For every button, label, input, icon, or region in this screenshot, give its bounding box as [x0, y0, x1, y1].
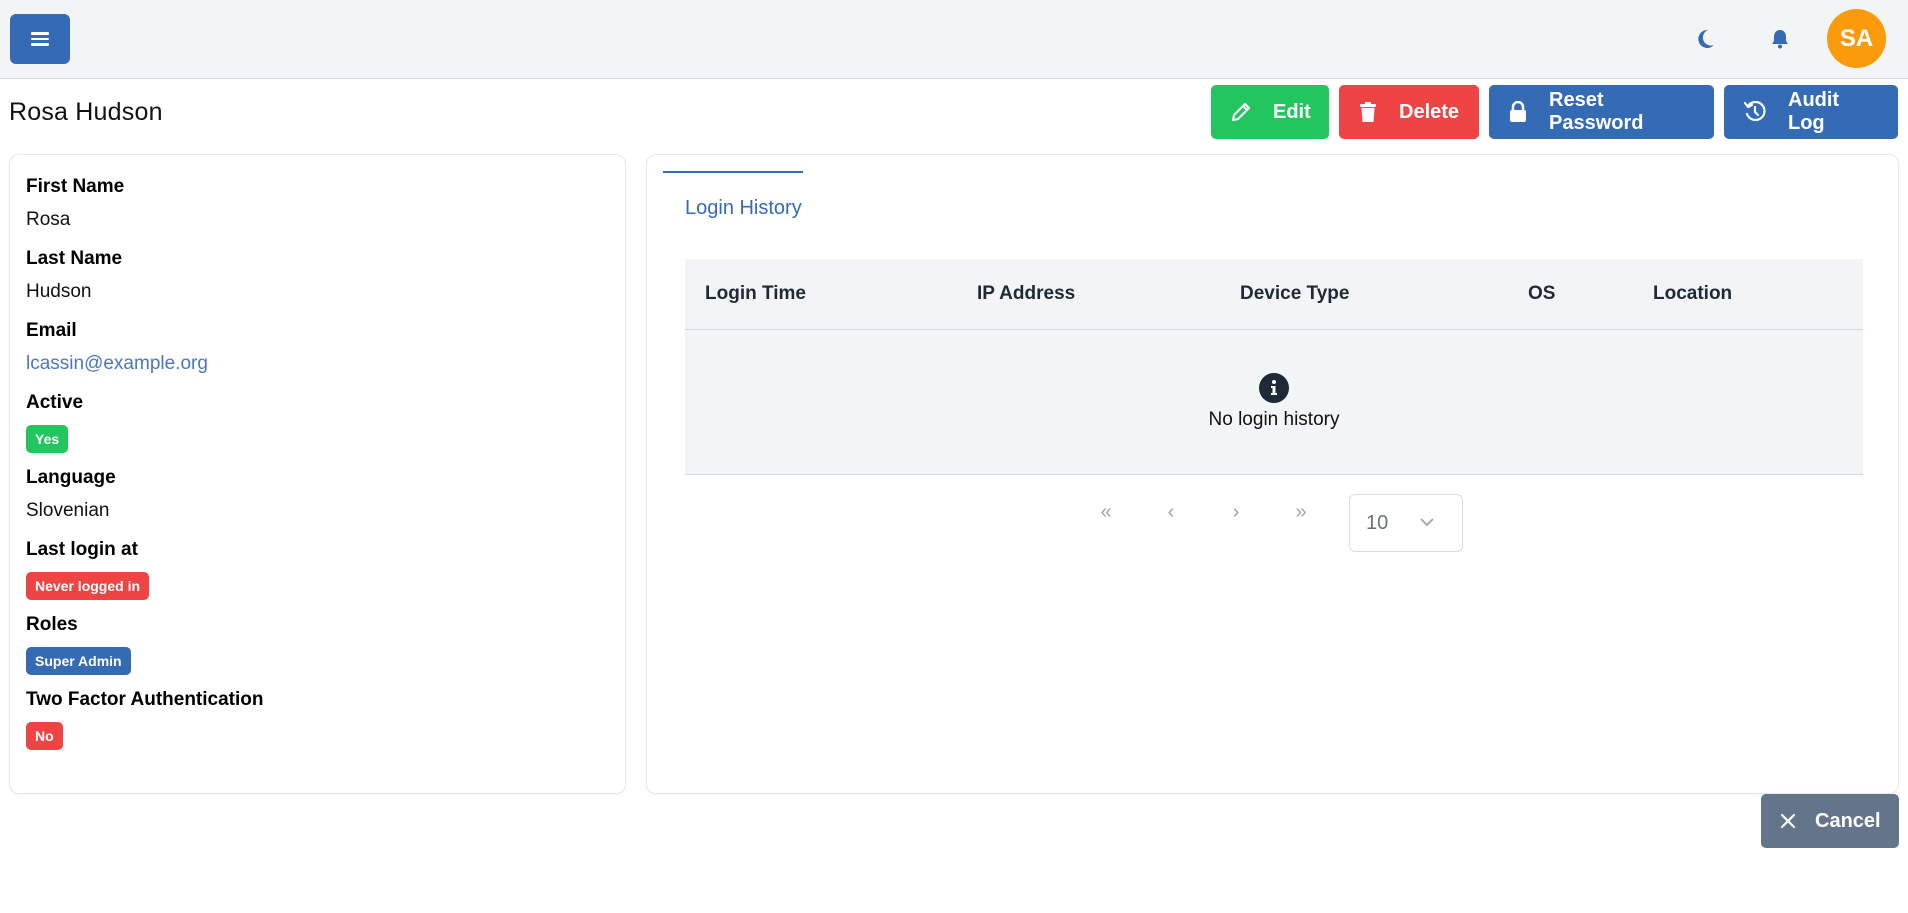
- edit-button[interactable]: Edit: [1211, 85, 1329, 139]
- email-link[interactable]: lcassin@example.org: [26, 353, 609, 375]
- cancel-button[interactable]: Cancel: [1761, 794, 1899, 848]
- lock-icon: [1510, 101, 1526, 122]
- user-details-card: First Name Rosa Last Name Hudson Email l…: [9, 154, 626, 794]
- info-circle-icon: [1259, 373, 1289, 403]
- history-icon: [1744, 101, 1766, 122]
- top-bar: SA: [0, 0, 1908, 79]
- active-tab-indicator: [663, 171, 803, 173]
- cancel-button-label: Cancel: [1815, 809, 1881, 832]
- active-label: Active: [26, 392, 84, 413]
- column-header-os[interactable]: OS: [1528, 283, 1555, 305]
- edit-button-label: Edit: [1273, 100, 1311, 123]
- login-history-card: Login History Login Time IP Address Devi…: [646, 154, 1899, 794]
- theme-toggle-button[interactable]: [1689, 22, 1723, 56]
- reset-password-button[interactable]: Reset Password: [1489, 85, 1714, 139]
- moon-icon: [1698, 29, 1714, 48]
- delete-button-label: Delete: [1399, 100, 1460, 123]
- trash-icon: [1360, 102, 1376, 122]
- last-name-label: Last Name: [26, 248, 123, 269]
- column-header-device-type[interactable]: Device Type: [1240, 283, 1349, 305]
- column-header-location[interactable]: Location: [1653, 283, 1732, 305]
- close-icon: [1781, 814, 1795, 828]
- previous-page-button[interactable]: ‹: [1156, 501, 1186, 524]
- audit-log-button[interactable]: Audit Log: [1724, 85, 1898, 139]
- per-page-select[interactable]: 10: [1349, 494, 1463, 552]
- first-name-label: First Name: [26, 176, 125, 197]
- table-header: Login Time IP Address Device Type OS Loc…: [685, 259, 1863, 330]
- login-history-table: Login Time IP Address Device Type OS Loc…: [685, 259, 1863, 552]
- last-name-value: Hudson: [26, 281, 92, 302]
- role-badge: Super Admin: [26, 647, 131, 675]
- action-toolbar: Edit Delete Reset Password Audit Log: [1211, 85, 1898, 139]
- last-login-badge: Never logged in: [26, 572, 150, 600]
- empty-state-text: No login history: [1208, 409, 1340, 430]
- page-title: Rosa Hudson: [9, 98, 163, 126]
- audit-log-button-label: Audit Log: [1788, 89, 1840, 134]
- roles-label: Roles: [26, 614, 78, 635]
- hamburger-menu-icon: [31, 32, 49, 46]
- tab-login-history[interactable]: Login History: [685, 197, 802, 220]
- column-header-login-time[interactable]: Login Time: [705, 283, 806, 305]
- user-avatar[interactable]: SA: [1827, 9, 1886, 68]
- first-page-button[interactable]: «: [1091, 501, 1121, 524]
- pagination: « ‹ › » 10: [685, 487, 1863, 552]
- menu-toggle-button[interactable]: [10, 14, 70, 64]
- column-header-ip-address[interactable]: IP Address: [977, 283, 1075, 305]
- last-page-button[interactable]: »: [1286, 501, 1316, 524]
- active-status-badge: Yes: [26, 425, 69, 453]
- language-label: Language: [26, 467, 116, 488]
- two-factor-badge: No: [26, 722, 63, 750]
- empty-state: No login history: [685, 330, 1863, 475]
- first-name-value: Rosa: [26, 209, 71, 230]
- two-factor-label: Two Factor Authentication: [26, 689, 264, 710]
- per-page-value: 10: [1366, 511, 1389, 534]
- bell-icon: [1772, 30, 1788, 49]
- delete-button[interactable]: Delete: [1339, 85, 1479, 139]
- pencil-icon: [1232, 103, 1250, 121]
- email-label: Email: [26, 320, 77, 341]
- language-value: Slovenian: [26, 500, 110, 521]
- notifications-button[interactable]: [1763, 22, 1797, 56]
- next-page-button[interactable]: ›: [1221, 501, 1251, 524]
- chevron-down-icon: [1420, 518, 1434, 527]
- last-login-label: Last login at: [26, 539, 138, 560]
- reset-password-button-label: Reset Password: [1549, 89, 1644, 134]
